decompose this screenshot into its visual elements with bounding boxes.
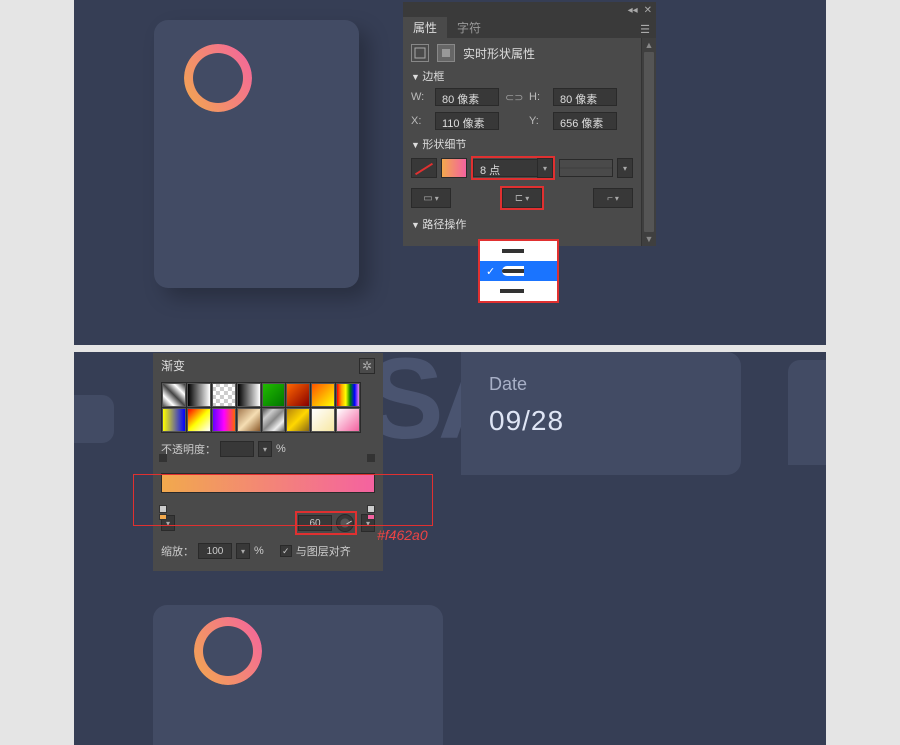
width-label: W: [411,91,429,103]
gradient-ring-shape-result [194,617,262,685]
canvas-card [154,20,359,288]
gradient-bar[interactable] [161,473,375,493]
gradient-preset[interactable] [311,383,335,407]
section-bounds[interactable]: 边框 [411,68,633,84]
stroke-swatch[interactable] [441,158,467,178]
shape-mask-icon[interactable] [411,44,429,62]
tab-character[interactable]: 字符 [447,17,491,38]
properties-panel: ◂◂ ✕ 属性 字符 ☰ 实时形状属性 边框 W: [403,2,656,246]
gradient-preset[interactable] [262,383,286,407]
angle-dial[interactable] [336,514,354,532]
angle-input[interactable]: 60 [298,515,332,531]
cap-select[interactable]: ⊏▾ [502,188,542,208]
gradient-panel-title: 渐变 [161,357,185,374]
gradient-preset[interactable] [286,383,310,407]
scale-unit: % [254,545,264,557]
section-path-ops[interactable]: 路径操作 [411,216,633,232]
height-label: H: [529,91,547,103]
align-layer-checkbox[interactable]: ✓ [280,545,292,557]
panel-menu-icon[interactable]: ☰ [634,21,656,38]
align-stroke-select[interactable]: ▭▾ [411,188,451,208]
opacity-input[interactable] [220,441,254,457]
scroll-up-icon[interactable]: ▲ [645,40,654,50]
opacity-stop-left[interactable] [159,454,169,464]
scroll-down-icon[interactable]: ▼ [645,234,654,244]
gradient-preset[interactable] [311,408,335,432]
date-value: 09/28 [489,405,713,437]
stroke-width-input[interactable]: 8 点 [473,159,537,177]
gradient-preset[interactable] [212,408,236,432]
close-icon[interactable]: ✕ [644,5,652,16]
fill-swatch[interactable] [411,158,437,178]
color-stop-right[interactable] [367,505,377,517]
scale-input[interactable]: 100 [198,543,232,559]
gradient-ring-shape[interactable] [184,44,252,112]
tutorial-composite: ◂◂ ✕ 属性 字符 ☰ 实时形状属性 边框 W: [0,0,900,352]
width-input[interactable]: 80 像素 [435,88,499,106]
scroll-thumb[interactable] [644,52,654,232]
scale-dropdown[interactable]: ▾ [236,543,250,559]
collapse-icon[interactable]: ◂◂ [628,5,638,16]
angle-highlight: 60 [295,511,357,535]
gradient-preset[interactable] [237,383,261,407]
panel-header-title: 实时形状属性 [463,45,535,62]
gradient-preset[interactable] [262,408,286,432]
gradient-editor[interactable] [161,463,375,505]
opacity-stop-right[interactable] [367,454,377,464]
date-card: Date 09/28 [461,352,741,475]
live-shape-icon[interactable] [437,44,455,62]
gradient-preset[interactable] [286,408,310,432]
upper-region: ◂◂ ✕ 属性 字符 ☰ 实时形状属性 边框 W: [74,0,826,345]
join-select[interactable]: ⌐▾ [593,188,633,208]
x-input[interactable]: 110 像素 [435,112,499,130]
gradient-preset[interactable] [162,383,186,407]
gradient-preset[interactable] [336,408,360,432]
scale-label: 缩放： [161,543,194,559]
gradient-preset[interactable] [212,383,236,407]
card-edge-right [788,360,826,465]
y-label: Y: [529,115,547,127]
panel-scrollbar[interactable]: ▲ ▼ [641,38,656,246]
tab-properties[interactable]: 属性 [403,17,447,38]
stroke-style-preview[interactable] [559,159,613,177]
gear-icon[interactable]: ✲ [359,358,375,374]
cap-option-round[interactable]: ✓ [480,261,557,281]
gradient-preset[interactable] [162,408,186,432]
gradient-preset[interactable] [187,408,211,432]
canvas-card-lower [153,605,443,745]
opacity-label: 不透明度： [161,441,216,457]
panel-titlebar[interactable]: ◂◂ ✕ [403,2,656,18]
stroke-width-highlight: 8 点 ▾ [471,156,555,180]
stroke-width-dropdown[interactable]: ▾ [537,158,553,178]
align-layer-label: 与图层对齐 [296,543,351,559]
y-input[interactable]: 656 像素 [553,112,617,130]
gradient-preset[interactable] [336,383,360,407]
section-shape-detail[interactable]: 形状细节 [411,136,633,152]
cap-select-highlight: ⊏▾ [500,186,544,210]
opacity-dropdown[interactable]: ▾ [258,441,272,457]
gradient-preset[interactable] [237,408,261,432]
cap-option-butt[interactable] [480,241,557,261]
card-edge-left [74,395,114,443]
gradient-panel: 渐变 ✲ 不透明度： ▾ % [153,353,383,571]
cap-option-square[interactable] [480,281,557,301]
x-label: X: [411,115,429,127]
date-label: Date [489,374,713,395]
hex-annotation: #f462a0 [377,527,428,543]
stroke-style-dropdown[interactable]: ▾ [617,158,633,178]
opacity-unit: % [276,443,286,455]
cap-dropdown-open: ✓ [478,239,559,303]
link-wh-icon[interactable]: ⊂⊃ [505,91,523,104]
height-input[interactable]: 80 像素 [553,88,617,106]
panel-tabs: 属性 字符 ☰ [403,18,656,38]
gradient-preset[interactable] [187,383,211,407]
gradient-presets [161,382,361,433]
color-stop-left[interactable] [159,505,169,517]
panel-header: 实时形状属性 [411,44,633,62]
